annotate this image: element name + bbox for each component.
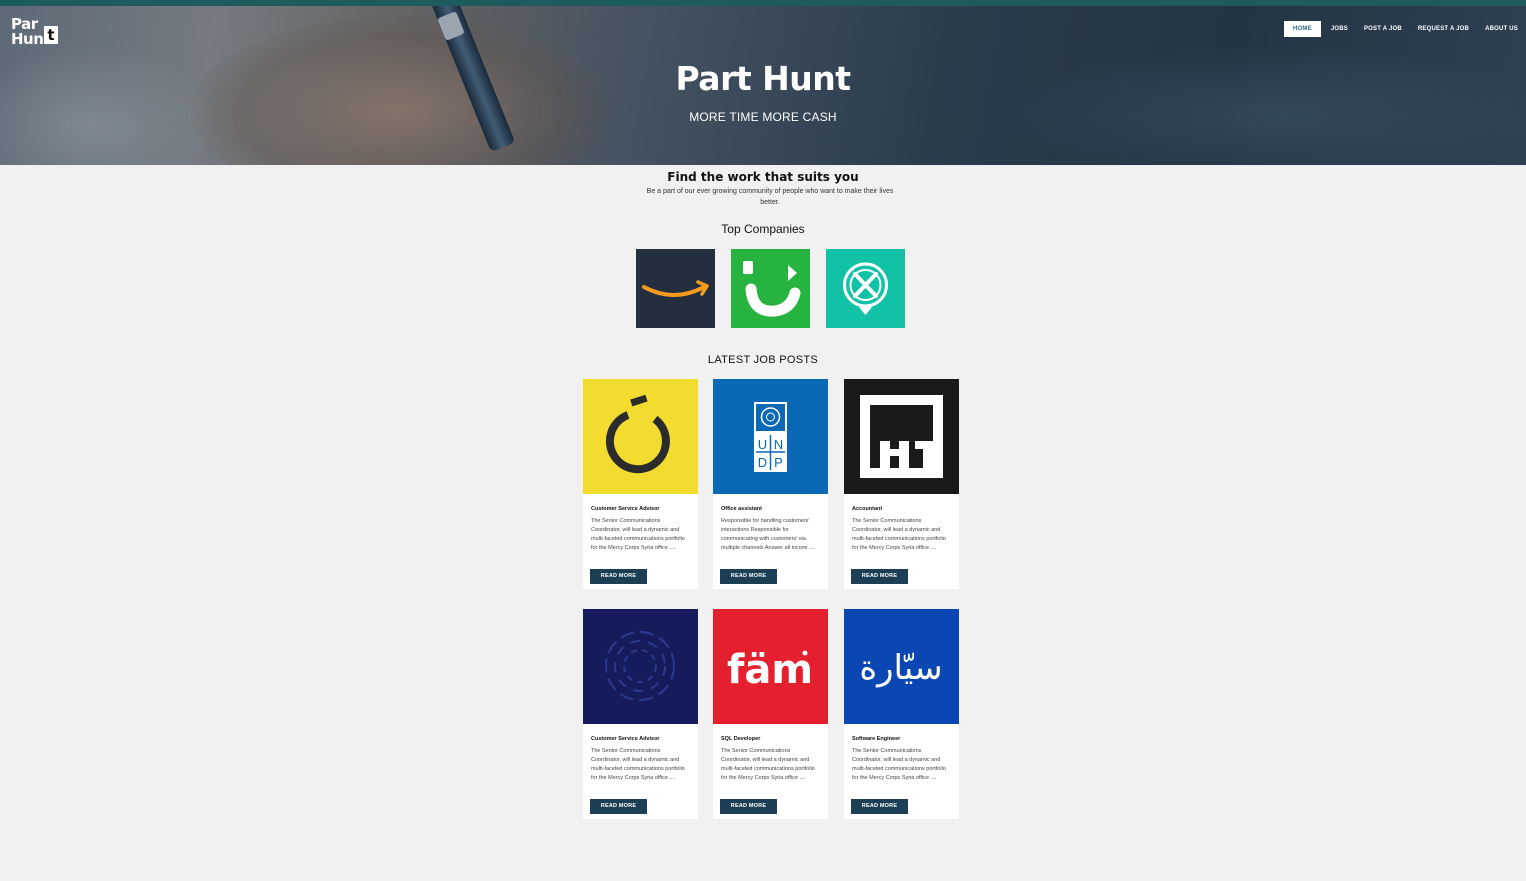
job-title: Office assistant — [721, 506, 762, 512]
job-logo-sayara: سيّارة — [844, 609, 959, 724]
svg-text:fäm: fäm — [727, 647, 813, 693]
job-title: SQL Developer — [721, 736, 761, 742]
logo-text-line2: Hun — [11, 30, 44, 48]
svg-text:D: D — [758, 455, 767, 470]
job-description: The Senior Communications Coordinator, w… — [721, 748, 815, 781]
company-amazon[interactable] — [636, 249, 715, 328]
job-description: The Senior Communications Coordinator, w… — [591, 518, 685, 551]
job-description: Responsible for handling customers' inte… — [721, 518, 816, 551]
job-logo-noon — [583, 379, 698, 494]
job-description: The Senior Communications Coordinator, w… — [591, 748, 685, 781]
careem-logo-icon — [743, 261, 801, 317]
read-more-button[interactable]: READ MORE — [590, 799, 647, 814]
hero-subtitle: MORE TIME MORE CASH — [689, 110, 837, 124]
intro-title: Find the work that suits you — [667, 170, 859, 184]
fam-logo-icon: fäm — [727, 647, 813, 693]
nav-post-a-job[interactable]: POST A JOB — [1356, 21, 1410, 37]
pin-logo-icon — [843, 262, 888, 315]
sayara-logo-icon: سيّارة — [859, 648, 942, 688]
job-card[interactable]: U N D P Office assistant Responsible for… — [713, 379, 828, 589]
job-logo-circle — [583, 609, 698, 724]
nav-home[interactable]: HOME — [1284, 21, 1321, 37]
job-description: The Senior Communications Coordinator, w… — [852, 518, 946, 551]
job-logo-h1 — [844, 379, 959, 494]
read-more-button[interactable]: READ MORE — [720, 569, 777, 584]
read-more-button[interactable]: READ MORE — [851, 799, 908, 814]
circle-logo-icon — [605, 631, 675, 701]
main-nav: HOME JOBS POST A JOB REQUEST A JOB ABOUT… — [1284, 21, 1526, 37]
undp-logo-icon: U N D P — [754, 402, 787, 472]
read-more-button[interactable]: READ MORE — [851, 569, 908, 584]
nav-jobs[interactable]: JOBS — [1323, 21, 1356, 37]
job-title: Customer Service Advisor — [591, 736, 660, 742]
svg-text:سيّارة: سيّارة — [859, 648, 942, 688]
job-title: Customer Service Advisor — [591, 506, 660, 512]
read-more-button[interactable]: READ MORE — [590, 569, 647, 584]
job-card[interactable]: Accountant The Senior Communications Coo… — [844, 379, 959, 589]
hero-title: Part Hunt — [675, 59, 852, 98]
nav-request-a-job[interactable]: REQUEST A JOB — [1410, 21, 1477, 37]
job-card[interactable]: Customer Service Advisor The Senior Comm… — [583, 609, 698, 819]
job-title: Accountant — [852, 506, 883, 512]
svg-text:P: P — [774, 455, 783, 470]
read-more-button[interactable]: READ MORE — [720, 799, 777, 814]
noon-logo-icon — [605, 394, 670, 474]
job-description: The Senior Communications Coordinator, w… — [852, 748, 946, 781]
nav-about-us[interactable]: ABOUT US — [1477, 21, 1526, 37]
svg-text:U: U — [758, 437, 767, 452]
job-card[interactable]: fäm SQL Developer The Senior Communicati… — [713, 609, 828, 819]
logo-t-box: t — [44, 26, 58, 44]
intro-text: Be a part of our ever growing community … — [646, 188, 894, 206]
job-card[interactable]: Customer Service Advisor The Senior Comm… — [583, 379, 698, 589]
svg-text:N: N — [774, 437, 783, 452]
latest-jobs-heading: LATEST JOB POSTS — [707, 354, 819, 366]
company-pin[interactable] — [826, 249, 905, 328]
hero-banner: Par Hun t HOME JOBS POST A JOB REQUEST A… — [0, 6, 1526, 165]
company-careem[interactable] — [731, 249, 810, 328]
site-logo[interactable]: Par Hun t — [11, 15, 61, 49]
job-logo-undp: U N D P — [713, 379, 828, 494]
job-card[interactable]: سيّارة Software Engineer The Senior Comm… — [844, 609, 959, 819]
amazon-logo-icon — [642, 280, 709, 297]
h1-logo-icon — [860, 395, 943, 478]
job-logo-fam: fäm — [713, 609, 828, 724]
logo-text-line1: Par — [11, 15, 38, 33]
top-companies-heading: Top Companies — [721, 222, 805, 236]
job-title: Software Engineer — [852, 736, 901, 742]
